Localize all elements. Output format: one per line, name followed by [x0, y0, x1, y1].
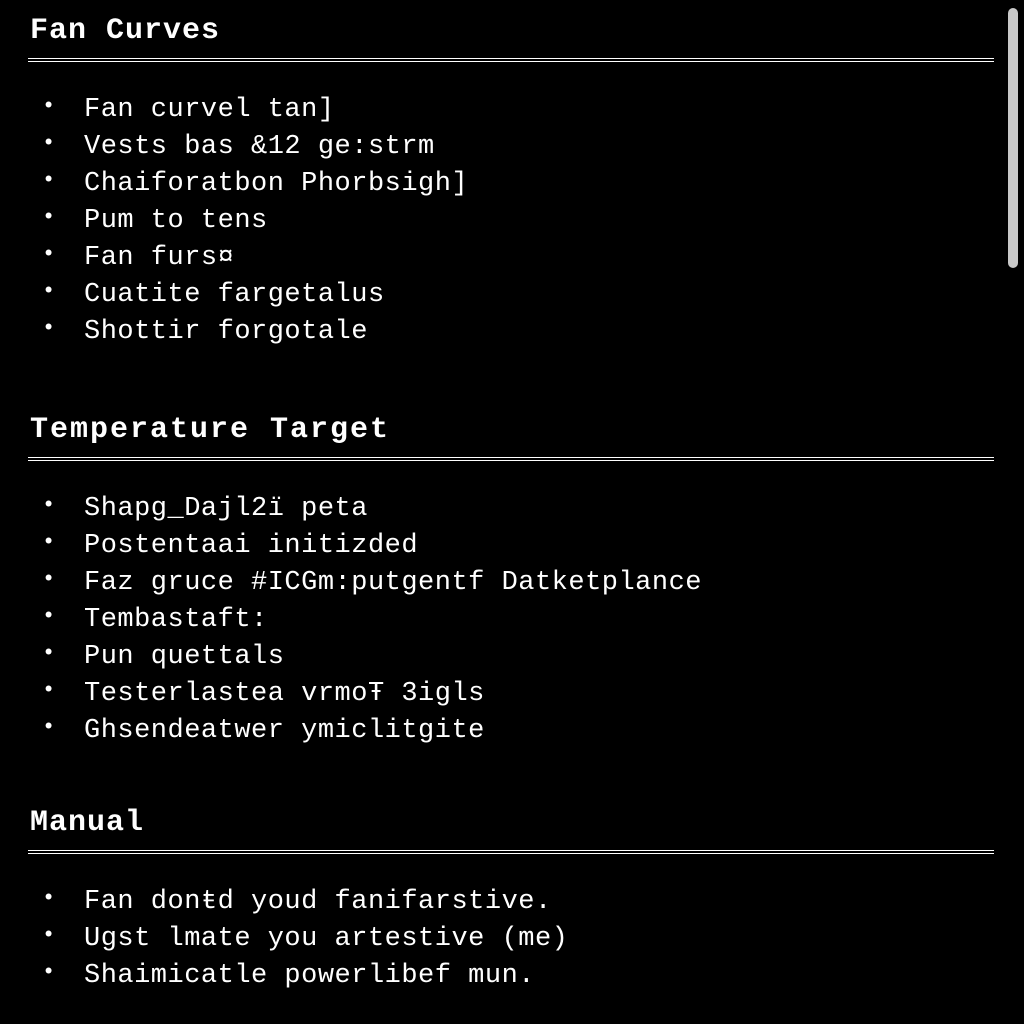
temperature-target-list: Shapg_Dajl2ï peta Postentaai initizded F…	[28, 491, 1000, 750]
list-item[interactable]: Fan donŧd youd fanifarstive.	[42, 884, 1000, 921]
scrollbar-track[interactable]	[1008, 8, 1018, 288]
list-item[interactable]: Pun quettals	[42, 639, 1000, 676]
settings-viewport: Fan Curves Fan curvel tan] Vests bas &12…	[0, 0, 1024, 1024]
list-item[interactable]: Fan curvel tan]	[42, 92, 1000, 129]
list-item[interactable]: Testerlastea vrmoŦ 3igls	[42, 676, 1000, 713]
list-item[interactable]: Chaiforatbon Phorbsigh]	[42, 166, 1000, 203]
list-item[interactable]: Postentaai initizded	[42, 528, 1000, 565]
section-title-temperature-target: Temperature Target	[28, 413, 1000, 447]
section-manual: Manual Fan donŧd youd fanifarstive. Ugst…	[28, 806, 1000, 995]
section-temperature-target: Temperature Target Shapg_Dajl2ï peta Pos…	[28, 413, 1000, 750]
list-item[interactable]: Ugst lmate you artestive (me)	[42, 921, 1000, 958]
list-item[interactable]: Ghsendeatwer ymiclitgite	[42, 713, 1000, 750]
list-item[interactable]: Fan furs¤	[42, 240, 1000, 277]
list-item[interactable]: Faz gruce #ICGm:putgentf Datketplance	[42, 565, 1000, 602]
section-title-fan-curves: Fan Curves	[28, 14, 1000, 48]
list-item[interactable]: Tembastaft:	[42, 602, 1000, 639]
section-title-manual: Manual	[28, 806, 1000, 840]
fan-curves-list: Fan curvel tan] Vests bas &12 ge:strm Ch…	[28, 92, 1000, 351]
list-item[interactable]: Pum to tens	[42, 203, 1000, 240]
settings-content: Fan Curves Fan curvel tan] Vests bas &12…	[0, 0, 1024, 995]
list-item[interactable]: Shottir forgotale	[42, 314, 1000, 351]
section-rule	[28, 457, 994, 461]
list-item[interactable]: Shapg_Dajl2ï peta	[42, 491, 1000, 528]
section-rule	[28, 58, 994, 62]
scrollbar-thumb[interactable]	[1008, 8, 1018, 268]
list-item[interactable]: Shaimicatle powerlibef mun.	[42, 958, 1000, 995]
list-item[interactable]: Vests bas &12 ge:strm	[42, 129, 1000, 166]
list-item[interactable]: Cuatite fargetalus	[42, 277, 1000, 314]
section-rule	[28, 850, 994, 854]
manual-list: Fan donŧd youd fanifarstive. Ugst lmate …	[28, 884, 1000, 995]
section-fan-curves: Fan Curves Fan curvel tan] Vests bas &12…	[28, 14, 1000, 351]
